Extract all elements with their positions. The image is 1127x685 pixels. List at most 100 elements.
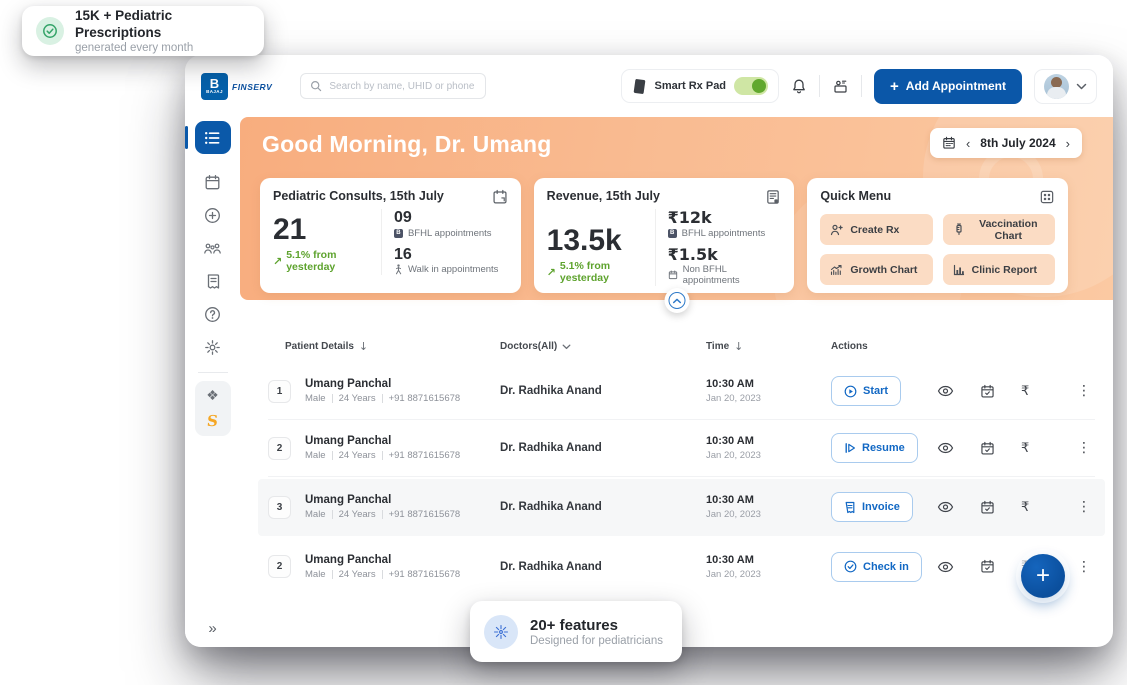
- consults-card-title: Pediatric Consults, 15th July: [273, 189, 444, 203]
- play-circle-icon: [844, 385, 857, 397]
- vaccination-chart-label: Vaccination Chart: [979, 217, 1038, 242]
- check-circle-icon: [844, 560, 857, 573]
- revenue-trend: 5.1% from yesterday: [559, 260, 611, 285]
- app-header: B BAJAJ FINSERV Smart Rx Pad: [185, 55, 1113, 117]
- app-window: B BAJAJ FINSERV Smart Rx Pad: [185, 55, 1113, 647]
- col-doctors-filter[interactable]: Doctors(All): [500, 341, 706, 352]
- nonbfhl-revenue-value: ₹1.5k: [667, 244, 718, 264]
- payment-icon[interactable]: ₹: [1021, 384, 1029, 399]
- appointment-date: Jan 20, 2023: [706, 393, 761, 404]
- sidebar-item-patients[interactable]: [195, 232, 231, 265]
- patient-meta: Male 24 Years +91 8871615678: [305, 450, 461, 461]
- tablet-icon: [632, 78, 647, 95]
- trend-up-icon: ↗: [273, 254, 283, 268]
- notifications-bell-icon[interactable]: [791, 78, 807, 95]
- bajaj-logo-icon: B BAJAJ: [201, 72, 228, 100]
- reschedule-icon[interactable]: [980, 559, 995, 574]
- sidebar-collapse-icon[interactable]: »: [208, 620, 216, 637]
- col-patient-details[interactable]: Patient Details ↓: [268, 340, 500, 353]
- col-time-label: Time: [706, 341, 730, 352]
- reschedule-icon[interactable]: [980, 500, 995, 515]
- view-icon[interactable]: [937, 442, 954, 454]
- doctor-name: Dr. Radhika Anand: [500, 442, 602, 454]
- help-icon: [205, 307, 220, 322]
- more-options-icon[interactable]: ⋮: [1073, 383, 1095, 399]
- add-fab-button[interactable]: +: [1021, 554, 1065, 598]
- profile-menu[interactable]: [1034, 68, 1097, 104]
- grid-icon: [1039, 189, 1055, 205]
- next-day-icon[interactable]: ›: [1066, 137, 1070, 150]
- sidebar-item-dashboard[interactable]: [185, 121, 231, 154]
- bar-chart-icon: [953, 264, 965, 276]
- start-button[interactable]: Start: [831, 376, 902, 406]
- apps-icon[interactable]: ❖: [206, 387, 219, 404]
- queue-number: 2: [268, 436, 291, 460]
- features-subtitle: Designed for pediatricians: [530, 635, 663, 648]
- view-icon[interactable]: [937, 561, 954, 573]
- main-content: Good Morning, Dr. Umang ‹ 8th July 2024 …: [240, 117, 1113, 647]
- sidebar-item-calendar[interactable]: [195, 166, 231, 199]
- collapse-banner-button[interactable]: [664, 288, 689, 313]
- table-row: 3 Umang Panchal Male 24 Years +91 887161…: [258, 479, 1105, 536]
- patient-search[interactable]: [300, 73, 487, 99]
- sidebar-item-add[interactable]: [195, 199, 231, 232]
- badge-subtitle: generated every month: [75, 41, 194, 54]
- bfhl-appointments-value: 09: [393, 209, 412, 226]
- payment-icon[interactable]: ₹: [1021, 500, 1029, 515]
- patient-name: Umang Panchal: [305, 494, 392, 506]
- people-icon: [204, 243, 221, 254]
- bfhl-appointments-label: BFHL appointments: [407, 227, 492, 239]
- view-icon[interactable]: [937, 385, 954, 397]
- greeting-text: Good Morning, Dr. Umang: [262, 131, 552, 157]
- check-in-button[interactable]: Check in: [831, 551, 922, 582]
- search-input[interactable]: [329, 80, 477, 92]
- nonbfhl-revenue-label: Non BFHL appointments: [682, 264, 740, 287]
- more-options-icon[interactable]: ⋮: [1073, 499, 1095, 515]
- prev-day-icon[interactable]: ‹: [966, 137, 970, 150]
- table-row: 2 Umang Panchal Male 24 Years +91 887161…: [268, 420, 1095, 477]
- growth-chart-button[interactable]: Growth Chart: [820, 254, 933, 285]
- resume-button[interactable]: Resume: [831, 433, 918, 463]
- sidebar-item-settings[interactable]: [195, 331, 231, 364]
- reschedule-icon[interactable]: [980, 441, 995, 456]
- sort-down-icon: ↓: [358, 340, 369, 353]
- gear-icon: [205, 340, 220, 355]
- calendar-small-icon: [668, 270, 678, 280]
- appointment-date: Jan 20, 2023: [706, 450, 761, 461]
- col-time[interactable]: Time ↓: [706, 340, 831, 353]
- doctor-name: Dr. Radhika Anand: [500, 501, 602, 513]
- add-appointment-button[interactable]: + Add Appointment: [874, 68, 1022, 104]
- vaccination-chart-button[interactable]: Vaccination Chart: [942, 214, 1056, 245]
- calendar-icon: [943, 136, 955, 149]
- sidebar-item-records[interactable]: [195, 265, 231, 298]
- col-patient-label: Patient Details: [285, 341, 354, 352]
- table-row: 1 Umang Panchal Male 24 Years +91 887161…: [268, 363, 1095, 420]
- sehat-logo-icon[interactable]: S: [206, 412, 219, 430]
- create-rx-button[interactable]: Create Rx: [820, 214, 933, 245]
- invoice-button[interactable]: Invoice: [831, 492, 913, 522]
- date-picker[interactable]: ‹ 8th July 2024 ›: [929, 128, 1082, 158]
- more-options-icon[interactable]: ⋮: [1073, 440, 1095, 456]
- features-title: 20+ features: [530, 616, 618, 634]
- smart-rx-pad-toggle[interactable]: [734, 77, 769, 95]
- page: 15K + Pediatric Prescriptions generated …: [0, 0, 1127, 685]
- current-date: 8th July 2024: [980, 136, 1056, 150]
- sidebar: ❖ S »: [185, 117, 240, 647]
- sidebar-item-help[interactable]: [195, 298, 231, 331]
- device-icon[interactable]: [832, 78, 849, 95]
- table-row: 2 Umang Panchal Male 24 Years +91 887161…: [268, 538, 1095, 595]
- bfhl-icon: B: [393, 228, 403, 238]
- calendar-page-icon: [492, 189, 508, 205]
- sort-down-icon: ↓: [734, 340, 744, 353]
- payment-icon[interactable]: ₹: [1021, 441, 1029, 456]
- clinic-report-button[interactable]: Clinic Report: [942, 254, 1056, 285]
- doctor-name: Dr. Radhika Anand: [500, 560, 602, 573]
- col-actions-label: Actions: [831, 341, 868, 352]
- list-icon: [205, 131, 220, 144]
- more-options-icon[interactable]: ⋮: [1073, 559, 1095, 575]
- calendar-icon: [205, 174, 220, 190]
- view-icon[interactable]: [937, 501, 954, 513]
- reschedule-icon[interactable]: [980, 384, 995, 399]
- appointment-time: 10:30 AM: [706, 378, 754, 390]
- plus-circle-icon: [205, 208, 220, 223]
